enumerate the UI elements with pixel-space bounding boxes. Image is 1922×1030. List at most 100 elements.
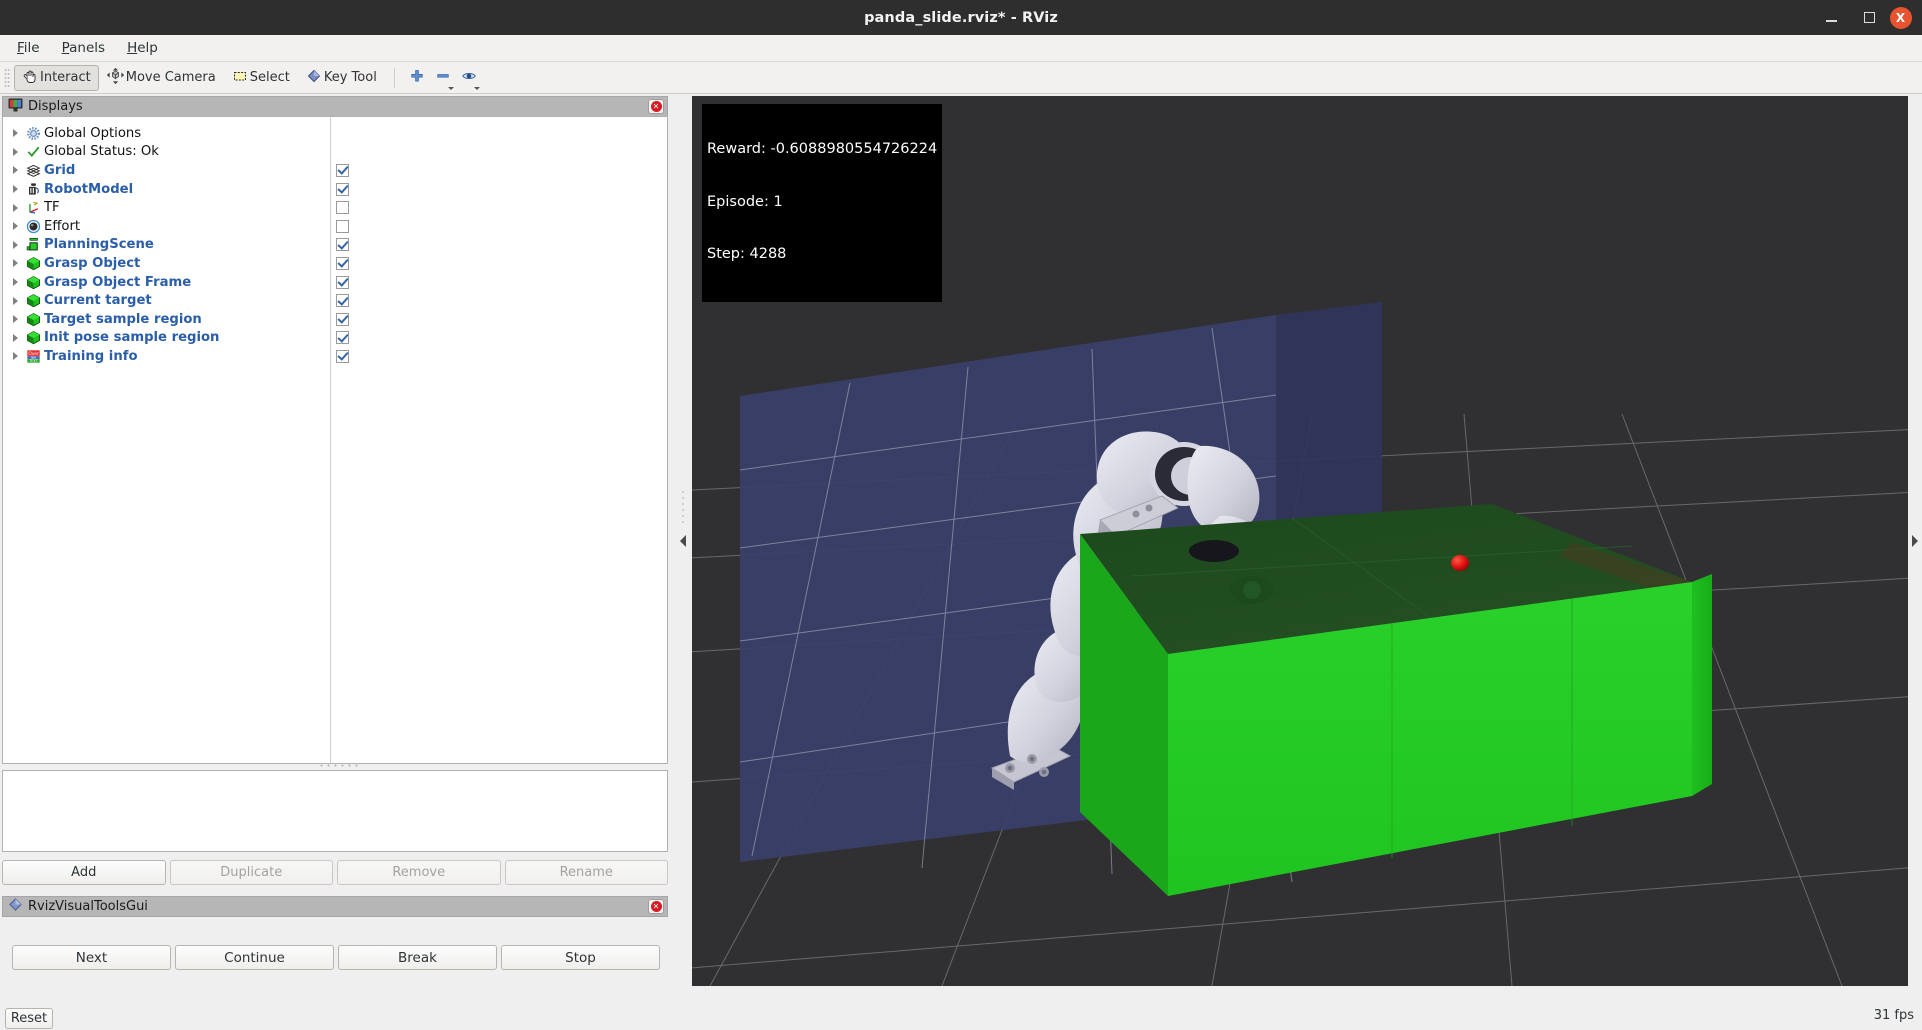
display-item-target-sample-region[interactable]: Target sample region: [3, 310, 330, 329]
minimize-button[interactable]: [1812, 0, 1850, 35]
menu-help-rest: elp: [137, 40, 158, 56]
display-item-label: TF: [44, 200, 60, 216]
checkbox-planningscene[interactable]: [336, 238, 349, 252]
panel-splitter[interactable]: [318, 763, 358, 768]
display-item-grasp-object[interactable]: Grasp Object: [3, 254, 330, 273]
expand-arrow-icon[interactable]: [8, 240, 22, 249]
display-item-enabled-cell: [331, 161, 667, 180]
stop-button[interactable]: Stop: [501, 945, 660, 970]
expand-arrow-icon[interactable]: [8, 296, 22, 305]
tool-select[interactable]: Select: [224, 65, 298, 91]
add-button[interactable]: Add: [2, 860, 166, 885]
display-item-label: Grasp Object Frame: [44, 274, 192, 290]
expand-arrow-icon[interactable]: [8, 333, 22, 342]
close-button[interactable]: X: [1888, 0, 1922, 35]
effort-icon: [22, 219, 44, 234]
display-item-planningscene[interactable]: PlanningScene: [3, 236, 330, 255]
display-item-label: Current target: [44, 293, 152, 309]
left-dock-collapse-handle[interactable]: [676, 96, 690, 986]
display-item-enabled-cell: [331, 254, 667, 273]
expand-arrow-icon[interactable]: [8, 222, 22, 231]
monitor-icon: [8, 97, 23, 116]
display-item-effort[interactable]: Effort: [3, 217, 330, 236]
expand-arrow-icon[interactable]: [8, 147, 22, 156]
tf-axes-icon: [22, 200, 44, 215]
remove-button[interactable]: Remove: [337, 860, 501, 885]
expand-arrow-icon[interactable]: [8, 352, 22, 361]
display-properties-box[interactable]: [2, 770, 668, 852]
display-item-enabled-cell: [331, 329, 667, 348]
tool-interact[interactable]: Interact: [14, 64, 99, 91]
checkbox-robotmodel[interactable]: [336, 182, 349, 196]
expand-arrow-icon[interactable]: [8, 259, 22, 268]
rviz-window: panda_slide.rviz* - RViz X File Panels H…: [0, 0, 1922, 1030]
expand-arrow-icon[interactable]: [8, 166, 22, 175]
rename-button[interactable]: Rename: [504, 860, 668, 885]
expand-arrow-icon[interactable]: [8, 315, 22, 324]
next-button[interactable]: Next: [12, 945, 171, 970]
add-tool-button[interactable]: [404, 65, 430, 91]
displays-tree-value-column: [331, 117, 667, 763]
tool-key-tool[interactable]: Key Tool: [298, 65, 385, 91]
expand-arrow-icon[interactable]: [8, 203, 22, 212]
visual-tools-close-button[interactable]: ✕: [648, 899, 664, 914]
close-icon: X: [1889, 6, 1912, 29]
render-view-3d[interactable]: Reward: -0.6088980554726224 Episode: 1 S…: [692, 96, 1908, 986]
eye-icon: [461, 68, 477, 88]
checkbox-training-info[interactable]: [336, 349, 349, 363]
toolbar-grip[interactable]: [4, 67, 11, 88]
displays-button-row: Add Duplicate Remove Rename: [2, 860, 668, 885]
displays-panel-close-button[interactable]: ✕: [648, 99, 664, 114]
window-title: panda_slide.rviz* - RViz: [864, 9, 1058, 26]
chevron-right-icon: [1912, 535, 1918, 547]
checkbox-target-sample-region[interactable]: [336, 312, 349, 326]
displays-tree[interactable]: Global Options Global Status: Ok Grid Robot…: [2, 116, 668, 764]
checkbox-tf[interactable]: [336, 201, 349, 215]
diamond-icon: [8, 897, 23, 916]
display-item-robotmodel[interactable]: RobotModel: [3, 180, 330, 199]
plus-icon: [409, 68, 425, 88]
tool-interact-label: Interact: [40, 70, 91, 85]
tool-move-camera[interactable]: Move Camera: [99, 65, 224, 91]
duplicate-button[interactable]: Duplicate: [169, 860, 333, 885]
menu-panels[interactable]: Panels: [51, 37, 116, 59]
checkbox-init-pose-sample-region[interactable]: [336, 331, 349, 345]
menu-file[interactable]: File: [6, 37, 51, 59]
expand-arrow-icon[interactable]: [8, 129, 22, 138]
checkbox-grasp-object[interactable]: [336, 256, 349, 270]
display-item-current-target[interactable]: Current target: [3, 291, 330, 310]
menu-help[interactable]: Help: [116, 37, 169, 59]
expand-arrow-icon[interactable]: [8, 185, 22, 194]
maximize-button[interactable]: [1850, 0, 1888, 35]
continue-button[interactable]: Continue: [175, 945, 334, 970]
visual-tools-header: RvizVisualToolsGui ✕: [2, 896, 668, 917]
checkbox-effort[interactable]: [336, 219, 349, 233]
display-item-label: Global Status: Ok: [44, 144, 159, 160]
display-item-init-pose-sample-region[interactable]: Init pose sample region: [3, 329, 330, 348]
checkbox-grid[interactable]: [336, 163, 349, 177]
remove-tool-button[interactable]: [430, 65, 456, 91]
checkbox-grasp-object-frame[interactable]: [336, 275, 349, 289]
break-button[interactable]: Break: [338, 945, 497, 970]
visual-tools-body: Next Continue Break Stop: [2, 917, 668, 1006]
chevron-left-icon: [680, 535, 686, 547]
display-item-grid[interactable]: Grid: [3, 161, 330, 180]
display-item-grasp-object-frame[interactable]: Grasp Object Frame: [3, 273, 330, 292]
select-rect-icon: [232, 68, 248, 88]
expand-arrow-icon[interactable]: [8, 278, 22, 287]
display-item-global-options[interactable]: Global Options: [3, 124, 330, 143]
green-cube-icon: [22, 275, 44, 290]
display-item-enabled-cell: [331, 198, 667, 217]
visual-tools-title: RvizVisualToolsGui: [28, 899, 148, 914]
planningscene-icon: [22, 237, 44, 252]
view-tool-button[interactable]: [456, 65, 482, 91]
reset-button[interactable]: Reset: [5, 1008, 53, 1029]
display-item-tf[interactable]: TF: [3, 198, 330, 217]
displays-panel-header: Displays ✕: [2, 96, 668, 116]
display-item-global-status-ok[interactable]: Global Status: Ok: [3, 143, 330, 162]
display-item-training-info[interactable]: Over lay TEXT Training info: [3, 347, 330, 366]
robot-icon: [22, 182, 44, 197]
green-cube-icon: [22, 330, 44, 345]
checkbox-current-target[interactable]: [336, 294, 349, 308]
right-dock-collapse-handle[interactable]: [1908, 96, 1922, 986]
